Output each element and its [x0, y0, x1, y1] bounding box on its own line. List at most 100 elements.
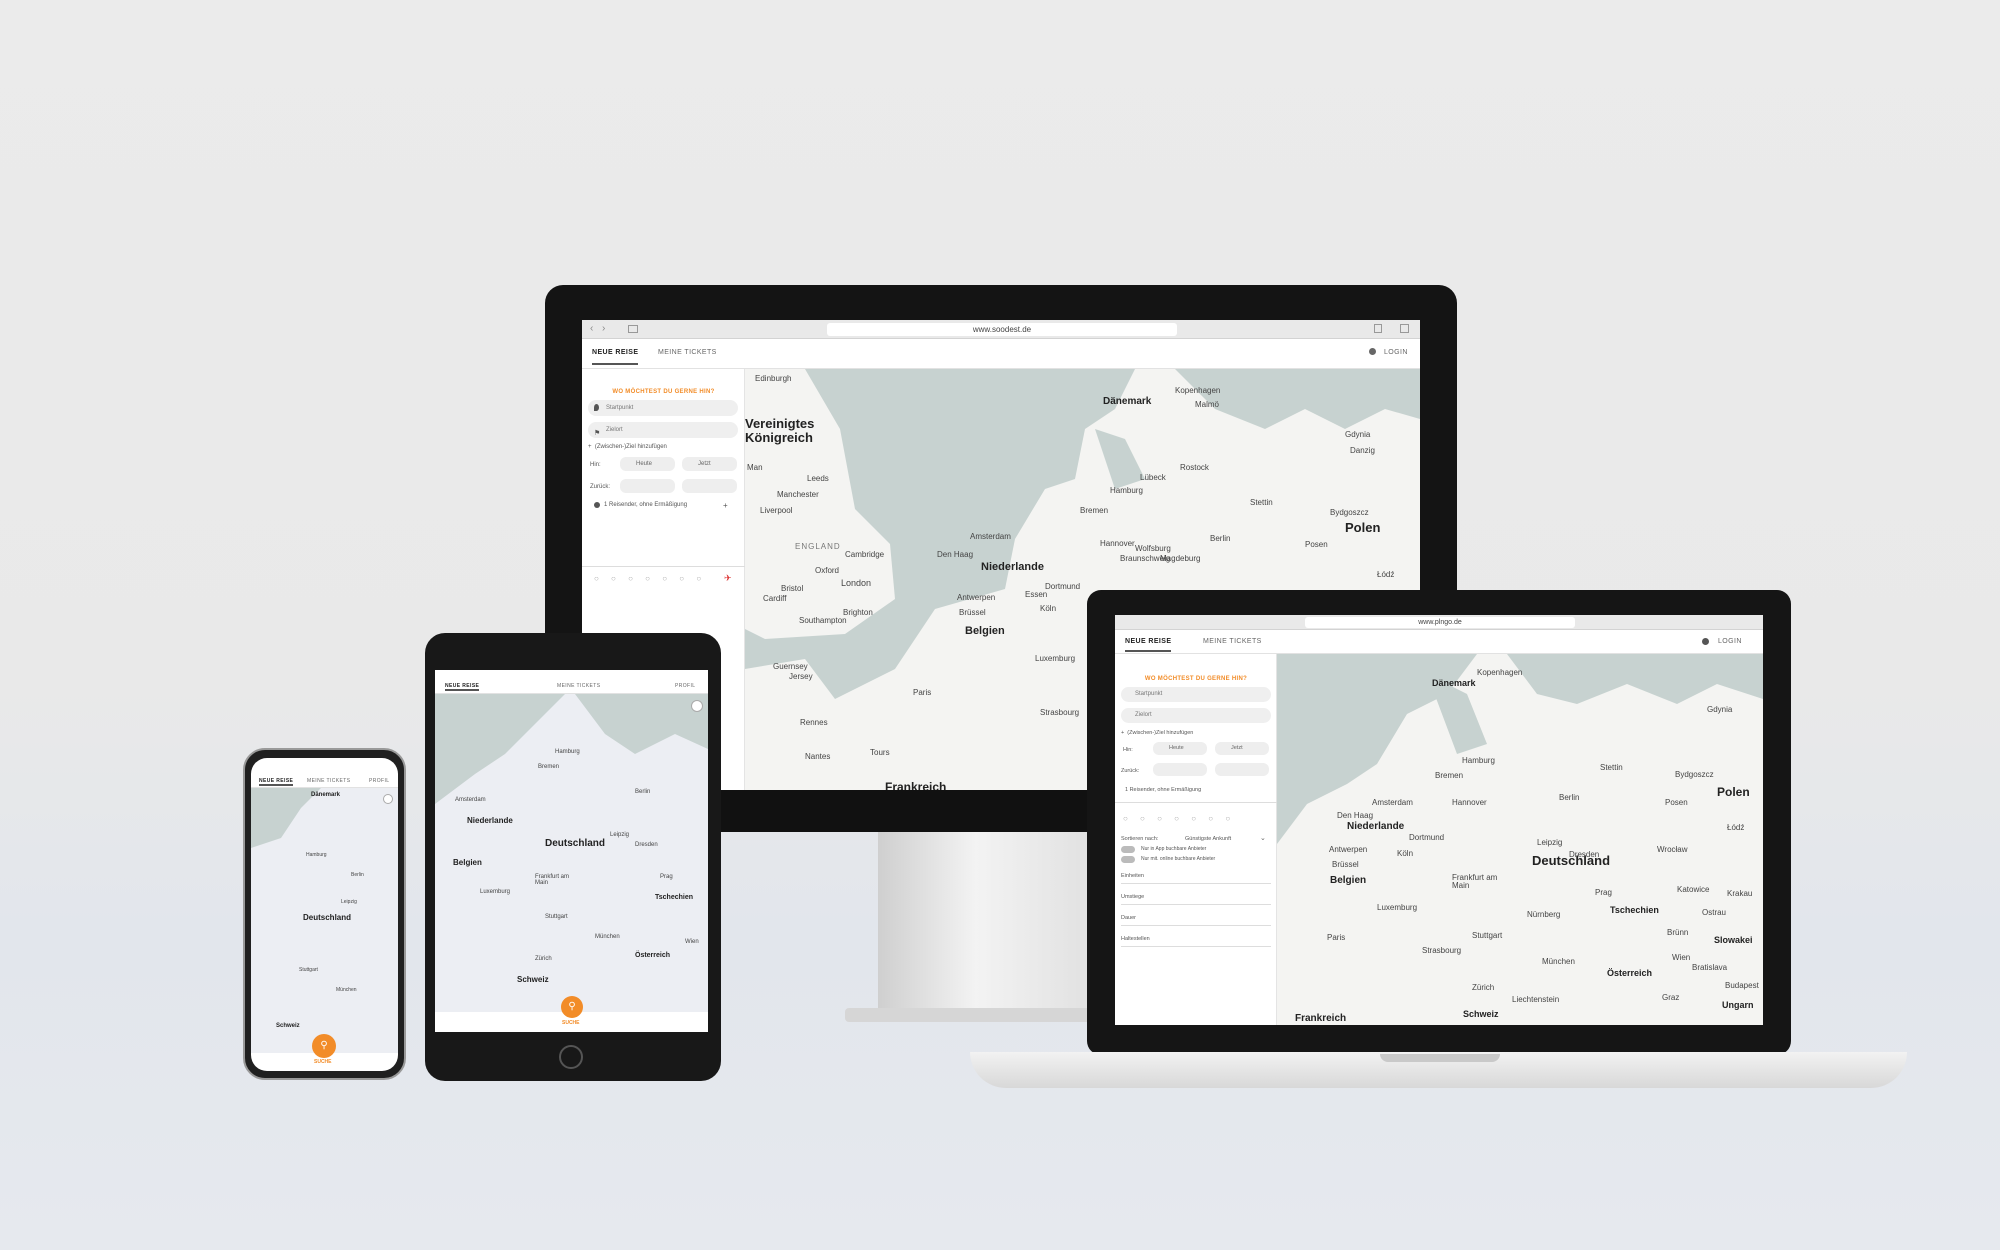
tablet-home-button[interactable]	[559, 1045, 583, 1069]
laptop-tab-new-trip[interactable]: NEUE REISE	[1125, 638, 1172, 652]
laptop-map-label-denmark: Dänemark	[1432, 678, 1476, 688]
outbound-time[interactable]: Jetzt	[682, 457, 737, 471]
laptop-map-label-hannover: Hannover	[1452, 798, 1487, 807]
add-stop-label: (Zwischen-)Ziel hinzufügen	[594, 444, 667, 450]
phone-search-button[interactable]: ⚲	[312, 1034, 336, 1058]
map-label-berlin: Berlin	[1210, 534, 1231, 543]
laptop-tab-my-tickets[interactable]: MEINE TICKETS	[1203, 638, 1262, 645]
transport-mode-icons[interactable]: ○ ○ ○ ○ ○ ○ ○	[594, 574, 706, 583]
phone-map[interactable]: Dänemark Deutschland Schweiz Hamburg Ber…	[251, 788, 398, 1053]
phone-locate-icon[interactable]	[383, 794, 393, 804]
share-icon[interactable]	[1374, 324, 1382, 333]
laptop-toggle-online[interactable]	[1121, 856, 1135, 863]
forward-icon[interactable]: ›	[602, 323, 605, 334]
tablet-tab-new-trip[interactable]: NEUE REISE	[445, 683, 480, 691]
sidebar-toggle-icon[interactable]	[628, 325, 638, 333]
laptop-map-label-nuernberg: Nürnberg	[1527, 910, 1561, 919]
laptop-map-label-muenchen: München	[1542, 957, 1575, 966]
tab-new-trip[interactable]: NEUE REISE	[592, 349, 639, 365]
laptop-return-time[interactable]	[1215, 763, 1269, 776]
map-label-bristol: Bristol	[781, 584, 804, 593]
tablet-map-label-austria: Österreich	[635, 952, 671, 959]
map-label-luebeck: Lübeck	[1140, 473, 1166, 482]
laptop-map-label-hamburg: Hamburg	[1462, 756, 1495, 765]
address-bar[interactable]: www.soodest.de	[827, 323, 1177, 336]
tablet-tab-profile[interactable]: PROFIL	[675, 683, 695, 689]
tab-my-tickets[interactable]: MEINE TICKETS	[658, 349, 717, 356]
flag-icon: ⚑	[594, 430, 601, 437]
laptop-filter-rule-2	[1121, 904, 1271, 905]
map-label-manchester: Manchester	[777, 490, 819, 499]
laptop-add-stop-link[interactable]: + (Zwischen-)Ziel hinzufügen	[1121, 730, 1193, 736]
laptop-travelers-summary[interactable]: 1 Reisender, ohne Ermäßigung	[1125, 787, 1201, 793]
laptop-map-label-belgium: Belgien	[1330, 875, 1367, 886]
tablet-map[interactable]: Niederlande Belgien Deutschland Schweiz …	[435, 694, 708, 1012]
chevron-down-icon[interactable]: ⌄	[1260, 834, 1266, 842]
laptop-sort-value[interactable]: Günstigste Ankunft	[1185, 836, 1231, 842]
phone-tab-my-tickets[interactable]: MEINE TICKETS	[307, 778, 350, 784]
phone-tab-profile[interactable]: PROFIL	[369, 778, 389, 784]
add-person-icon[interactable]: +	[723, 501, 728, 510]
map-label-nantes: Nantes	[805, 752, 831, 761]
tablet-locate-icon[interactable]	[691, 700, 703, 712]
laptop-outbound-date[interactable]: Heute	[1153, 742, 1207, 755]
return-date[interactable]	[620, 479, 675, 493]
outbound-date[interactable]: Heute	[620, 457, 675, 471]
tablet-search-button[interactable]: ⚲	[561, 996, 583, 1018]
search-headline: WO MÖCHTEST DU GERNE HIN?	[612, 389, 715, 395]
laptop-map-label-slovakia: Slowakei	[1714, 935, 1753, 945]
laptop-filter-4[interactable]: Haltestellen	[1121, 936, 1150, 942]
laptop-map-label-ostrau: Ostrau	[1702, 908, 1727, 917]
phone-map-label-berlin: Berlin	[351, 872, 364, 878]
phone-search-icon: ⚲	[320, 1040, 328, 1051]
login-link[interactable]: LOGIN	[1384, 349, 1408, 356]
laptop-notch	[1380, 1054, 1500, 1062]
laptop-toggle-app[interactable]	[1121, 846, 1135, 853]
laptop-map-label-gdynia: Gdynia	[1707, 705, 1733, 714]
tabs-icon[interactable]	[1400, 324, 1409, 333]
tablet-map-label-hamburg: Hamburg	[555, 749, 580, 755]
phone-map-label-stuttgart: Stuttgart	[299, 967, 318, 973]
back-icon[interactable]: ‹	[590, 323, 593, 334]
tablet-tab-my-tickets[interactable]: MEINE TICKETS	[557, 683, 600, 689]
laptop-map-label-france: Frankreich	[1295, 1013, 1347, 1024]
laptop-map-label-wien: Wien	[1672, 953, 1691, 962]
laptop-filter-2[interactable]: Umstiege	[1121, 894, 1144, 900]
tablet-search-label: SUCHE	[562, 1020, 580, 1026]
map-label-rennes: Rennes	[800, 718, 828, 727]
map-label-uk: Vereinigtes Königreich	[745, 416, 815, 445]
laptop-destination-field[interactable]: Zielort	[1121, 708, 1271, 723]
travelers-summary[interactable]: 1 Reisender, ohne Ermäßigung	[604, 502, 687, 508]
laptop-return-date[interactable]	[1153, 763, 1207, 776]
laptop-map-label-bremen: Bremen	[1435, 771, 1464, 780]
map-label-france: Frankreich	[885, 780, 947, 790]
laptop-login-link[interactable]: LOGIN	[1718, 638, 1742, 645]
laptop-map-label-bruessel: Brüssel	[1332, 860, 1359, 869]
laptop-map-label-katowice: Katowice	[1677, 885, 1710, 894]
map-label-paris: Paris	[913, 688, 932, 697]
destination-field[interactable]: ⚑ Zielort	[588, 422, 738, 438]
map-label-den-haag: Den Haag	[937, 550, 974, 559]
return-time[interactable]	[682, 479, 737, 493]
add-stop-link[interactable]: + (Zwischen-)Ziel hinzufügen	[588, 444, 667, 450]
map-label-lodz: Łódź	[1377, 570, 1395, 579]
laptop-filter-3[interactable]: Dauer	[1121, 915, 1136, 921]
start-field[interactable]: Startpunkt	[588, 400, 738, 416]
laptop-filter-1[interactable]: Einheiten	[1121, 873, 1144, 879]
laptop-toggle-app-label: Nur in App buchbare Anbieter	[1141, 846, 1207, 852]
laptop-map-label-wroclaw: Wrocław	[1657, 845, 1688, 854]
map-label-koeln: Köln	[1040, 604, 1057, 613]
person-icon	[594, 502, 600, 508]
laptop-address-bar[interactable]: www.plngo.de	[1305, 617, 1575, 628]
plane-icon[interactable]: ✈	[724, 573, 732, 584]
laptop-map-label-dresden: Dresden	[1569, 850, 1600, 859]
laptop-map[interactable]: Dänemark Niederlande Belgien Deutschland…	[1277, 654, 1763, 1025]
phone-tab-new-trip[interactable]: NEUE REISE	[259, 778, 294, 786]
laptop-transport-mode-icons[interactable]: ○ ○ ○ ○ ○ ○ ○	[1123, 814, 1235, 823]
laptop-start-field[interactable]: Startpunkt	[1121, 687, 1271, 702]
laptop-map-label-switzerland: Schweiz	[1463, 1009, 1499, 1019]
laptop-outbound-time[interactable]: Jetzt	[1215, 742, 1269, 755]
laptop-map-label-graz: Graz	[1662, 993, 1680, 1002]
map-label-amsterdam: Amsterdam	[970, 532, 1011, 541]
laptop-map-label-berlin: Berlin	[1559, 793, 1580, 802]
